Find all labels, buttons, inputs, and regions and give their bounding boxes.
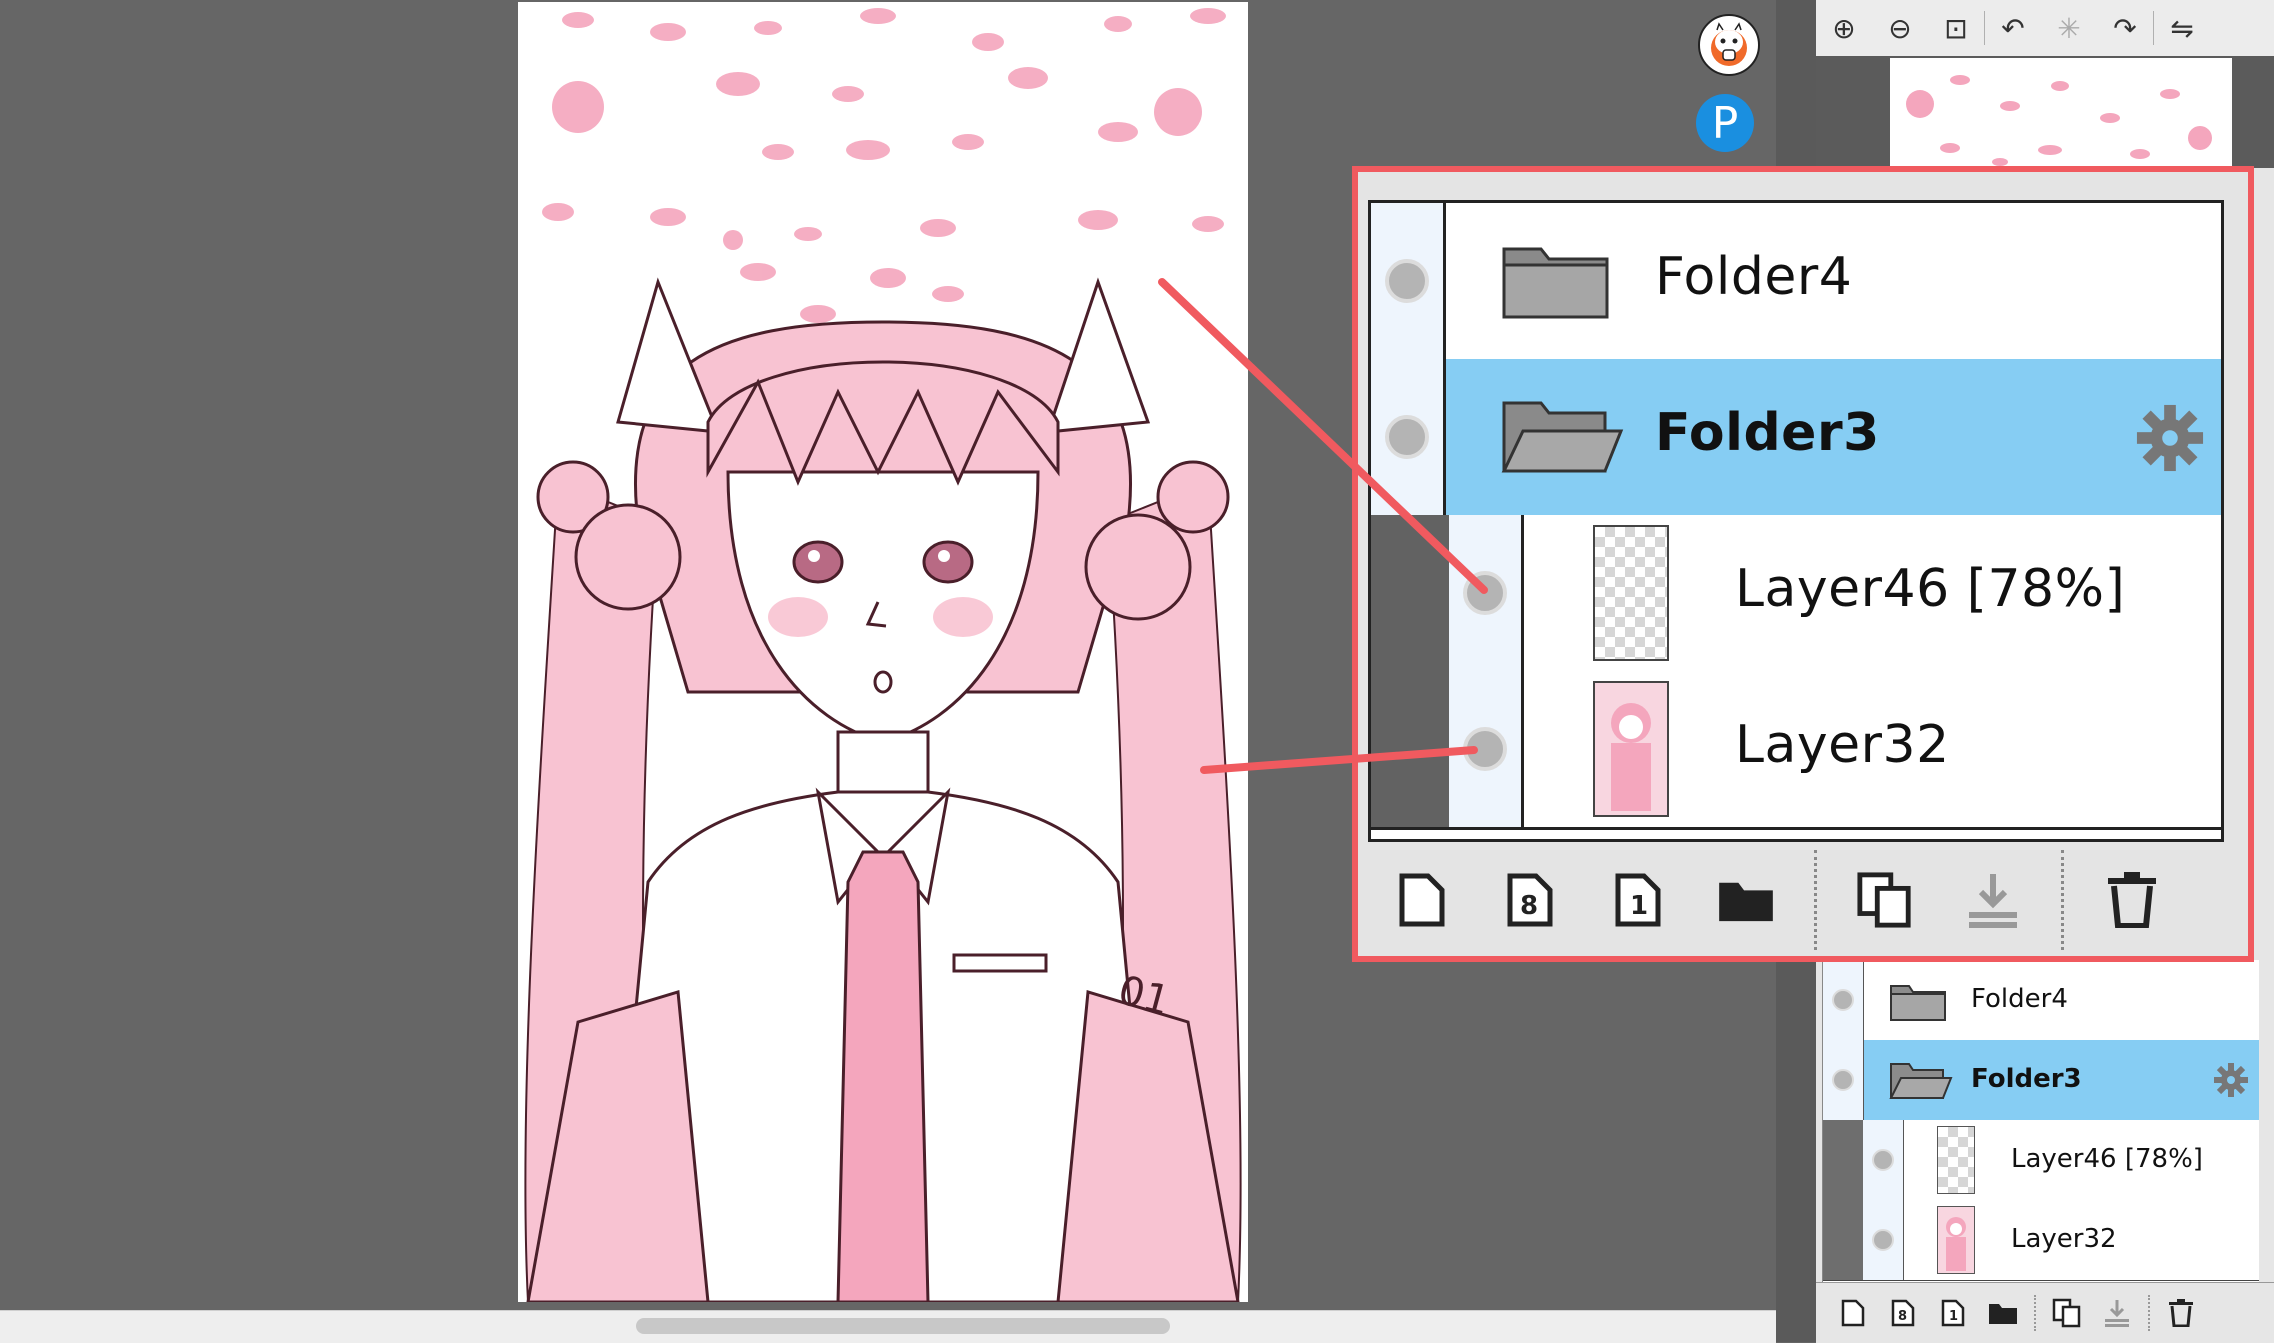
- toolbar-separator: [2034, 1295, 2036, 1331]
- duplicate-layer-icon[interactable]: [2042, 1288, 2092, 1338]
- horizontal-scrollbar-thumb[interactable]: [636, 1318, 1170, 1334]
- petal-group: [542, 8, 1226, 323]
- duplicate-layer-icon[interactable]: [1831, 846, 1939, 954]
- layer-thumbnail: [1593, 525, 1669, 661]
- folder-icon: [1502, 247, 1609, 319]
- zoom-in-glyph: ⊕: [1832, 11, 1856, 45]
- visibility-dot-icon: [1463, 727, 1507, 771]
- layer-row-folder3[interactable]: Folder3: [1371, 359, 2221, 518]
- rotate-left-icon[interactable]: ↶: [1985, 0, 2041, 56]
- flip-horizontal-icon[interactable]: ⇋: [2154, 0, 2210, 56]
- layer-name: Folder3: [1655, 403, 1880, 463]
- delete-layer-icon[interactable]: [2156, 1288, 2206, 1338]
- folder-icon: [1890, 985, 1946, 1021]
- navigator-toolbar: ⊕ ⊖ ⊡ ↶ ✳ ↷ ⇋: [1816, 0, 2274, 57]
- visibility-dot-icon: [1385, 259, 1429, 303]
- layer-toolbar: 8 1: [1816, 1282, 2274, 1343]
- layer-name: Layer32: [1735, 715, 1950, 775]
- svg-text:1: 1: [1630, 891, 1648, 921]
- visibility-dot-icon: [1385, 415, 1429, 459]
- indent-gutter: [1371, 671, 1449, 827]
- new-8bit-layer-icon[interactable]: 8: [1878, 1288, 1928, 1338]
- rotate-right-icon[interactable]: ↷: [2097, 0, 2153, 56]
- layer-name: Layer32: [2011, 1224, 2117, 1254]
- zoom-fit-glyph: ⊡: [1944, 11, 1968, 45]
- svg-text:8: 8: [1898, 1309, 1907, 1324]
- delete-layer-icon[interactable]: [2078, 846, 2186, 954]
- layer-row-folder4[interactable]: Folder4: [1371, 203, 2221, 362]
- rotate-reset-icon[interactable]: ✳: [2041, 0, 2097, 56]
- visibility-dot-icon: [1872, 1149, 1894, 1171]
- new-8bit-layer-icon[interactable]: 8: [1476, 846, 1584, 954]
- navigator-preview[interactable]: [1890, 58, 2232, 168]
- rotate-right-glyph: ↷: [2113, 11, 2137, 45]
- pixiv-p-glyph: P: [1711, 97, 1739, 149]
- new-1bit-layer-icon[interactable]: 1: [1928, 1288, 1978, 1338]
- visibility-toggle[interactable]: [1371, 203, 1446, 359]
- layer-name: Layer46 [78%]: [2011, 1144, 2203, 1174]
- navigator-preview-image: [1906, 75, 2212, 166]
- folder-open-icon: [1501, 401, 1624, 473]
- merge-down-icon[interactable]: [2092, 1288, 2142, 1338]
- alpaca-face-icon: [1711, 22, 1747, 66]
- flip-horizontal-glyph: ⇋: [2170, 11, 2194, 45]
- zoom-fit-icon[interactable]: ⊡: [1928, 0, 1984, 56]
- svg-text:1: 1: [1949, 1309, 1958, 1324]
- visibility-dot-icon: [1463, 571, 1507, 615]
- layer-list[interactable]: Folder4 Folder3 Layer46 [78%] Layer32: [1822, 960, 2259, 1282]
- zoom-out-icon[interactable]: ⊖: [1872, 0, 1928, 56]
- layer-row-folder4[interactable]: Folder4: [1823, 960, 2259, 1041]
- visibility-dot-icon: [1832, 989, 1854, 1011]
- alpaca-avatar-icon[interactable]: [1698, 14, 1760, 76]
- pixiv-p-icon[interactable]: P: [1696, 94, 1754, 152]
- layer-row-layer46[interactable]: Layer46 [78%]: [1371, 515, 2221, 674]
- new-folder-icon[interactable]: [1978, 1288, 2028, 1338]
- folder-open-icon: [1889, 1063, 1953, 1099]
- svg-text:8: 8: [1520, 891, 1538, 921]
- toolbar-separator: [2061, 850, 2064, 950]
- visibility-toggle[interactable]: [1449, 671, 1524, 827]
- layer-row-layer46[interactable]: Layer46 [78%]: [1823, 1120, 2259, 1201]
- layer-name: Layer46 [78%]: [1735, 559, 2126, 619]
- layer-name: Folder3: [1971, 1064, 2082, 1094]
- zoomed-layer-toolbar: 8 1: [1368, 844, 2218, 956]
- toolbar-separator: [2148, 1295, 2150, 1331]
- rotate-reset-glyph: ✳: [2057, 11, 2081, 45]
- rotate-left-glyph: ↶: [2001, 11, 2025, 45]
- visibility-toggle[interactable]: [1863, 1120, 1904, 1200]
- indent-gutter: [1823, 1120, 1863, 1200]
- new-layer-icon[interactable]: [1368, 846, 1476, 954]
- artwork-illustration: 01: [524, 8, 1242, 1302]
- new-layer-icon[interactable]: [1828, 1288, 1878, 1338]
- visibility-toggle[interactable]: [1449, 515, 1524, 671]
- visibility-toggle[interactable]: [1823, 960, 1864, 1040]
- zoomed-layer-list[interactable]: Folder4 Folder3 Layer46 [78%] Layer32: [1368, 200, 2224, 842]
- layer-name: Folder4: [1971, 984, 2068, 1014]
- layer-row-layer32[interactable]: Layer32: [1823, 1200, 2259, 1281]
- zoom-in-icon[interactable]: ⊕: [1816, 0, 1872, 56]
- gear-icon[interactable]: [2213, 1062, 2249, 1098]
- new-folder-icon[interactable]: [1692, 846, 1800, 954]
- visibility-toggle[interactable]: [1863, 1200, 1904, 1280]
- layer-row-layer32[interactable]: Layer32: [1371, 671, 2221, 830]
- layer-thumbnail: [1937, 1126, 1975, 1194]
- indent-gutter: [1371, 515, 1449, 671]
- artwork-canvas[interactable]: 01: [518, 2, 1248, 1302]
- visibility-toggle[interactable]: [1823, 1040, 1864, 1120]
- layer-name: Folder4: [1655, 247, 1853, 307]
- visibility-toggle[interactable]: [1371, 359, 1446, 515]
- gear-icon[interactable]: [2135, 403, 2205, 473]
- zoom-out-glyph: ⊖: [1888, 11, 1912, 45]
- layer-row-folder3[interactable]: Folder3: [1823, 1040, 2259, 1121]
- new-1bit-layer-icon[interactable]: 1: [1584, 846, 1692, 954]
- layer-thumbnail: [1937, 1206, 1975, 1274]
- visibility-dot-icon: [1832, 1069, 1854, 1091]
- toolbar-separator: [1814, 850, 1817, 950]
- merge-down-icon[interactable]: [1939, 846, 2047, 954]
- visibility-dot-icon: [1872, 1229, 1894, 1251]
- indent-gutter: [1823, 1200, 1863, 1280]
- layer-thumbnail: [1593, 681, 1669, 817]
